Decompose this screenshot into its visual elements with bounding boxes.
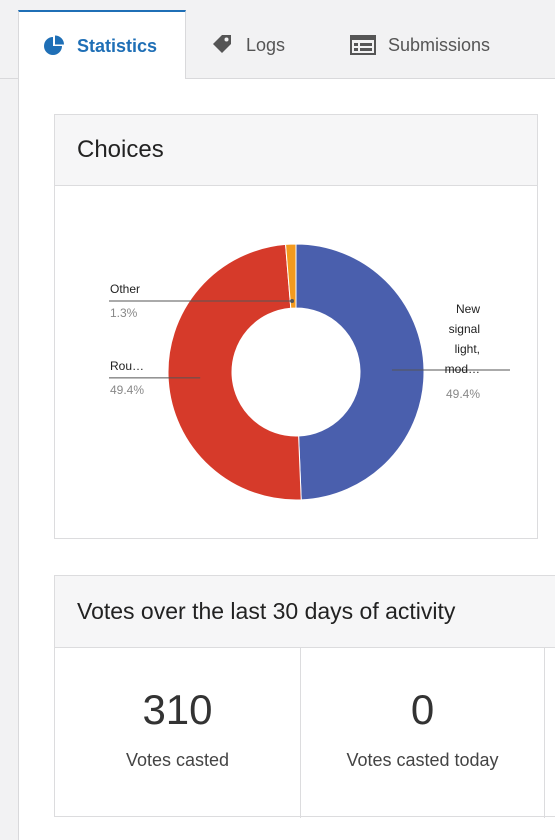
votes-today-label: Votes casted today — [346, 750, 499, 770]
donut-value-2: 1.3% — [110, 306, 138, 320]
donut-slice-0 — [295, 243, 425, 501]
tab-statistics[interactable]: Statistics — [18, 10, 186, 80]
choices-donut-chart: New signal light, mod… 49.4% Rou… 49.4% Other 1.… — [109, 243, 510, 501]
votes-casted-label: Votes casted — [125, 750, 230, 770]
choices-title: Choices — [55, 115, 537, 186]
tab-submissions[interactable]: Submissions — [350, 10, 490, 80]
donut-label-0-line-3: mod… — [445, 362, 480, 376]
statistics-page: Choices New signal light, mod… 49.4% Rou… 49.4… — [18, 79, 555, 840]
tab-statistics-label: Statistics — [77, 35, 158, 56]
votes-panel: Votes over the last 30 days of activity … — [54, 575, 555, 818]
tab-logs[interactable]: Logs — [210, 10, 285, 80]
stat-cut-off — [545, 648, 555, 818]
votes-casted-value: 310 — [142, 686, 213, 733]
tab-logs-label: Logs — [246, 34, 286, 55]
donut-label-1: Rou… — [110, 359, 144, 373]
donut-slice-1 — [167, 243, 302, 501]
votes-today-value: 0 — [410, 686, 435, 733]
donut-leader-dot-2 — [290, 299, 295, 303]
choices-panel: Choices New signal light, mod… 49.4% Rou… 49.4… — [54, 114, 538, 539]
stat-votes-casted: 310 Votes casted — [55, 648, 301, 818]
donut-value-1: 49.4% — [110, 383, 144, 397]
form-list-icon — [350, 34, 376, 56]
tag-icon — [210, 33, 234, 57]
pie-chart-icon — [43, 35, 65, 57]
donut-value-0: 49.4% — [446, 387, 480, 401]
stat-votes-casted-today: 0 Votes casted today — [301, 648, 545, 818]
tab-submissions-label: Submissions — [388, 34, 491, 55]
tab-bar: Statistics Logs Submissions — [0, 0, 555, 80]
donut-label-0-line-2: light, — [455, 342, 480, 356]
donut-label-0-line-0: New — [456, 302, 480, 316]
votes-title: Votes over the last 30 days of activity — [55, 576, 555, 648]
donut-label-0-line-1: signal — [449, 322, 480, 336]
donut-label-2: Other — [110, 282, 140, 296]
